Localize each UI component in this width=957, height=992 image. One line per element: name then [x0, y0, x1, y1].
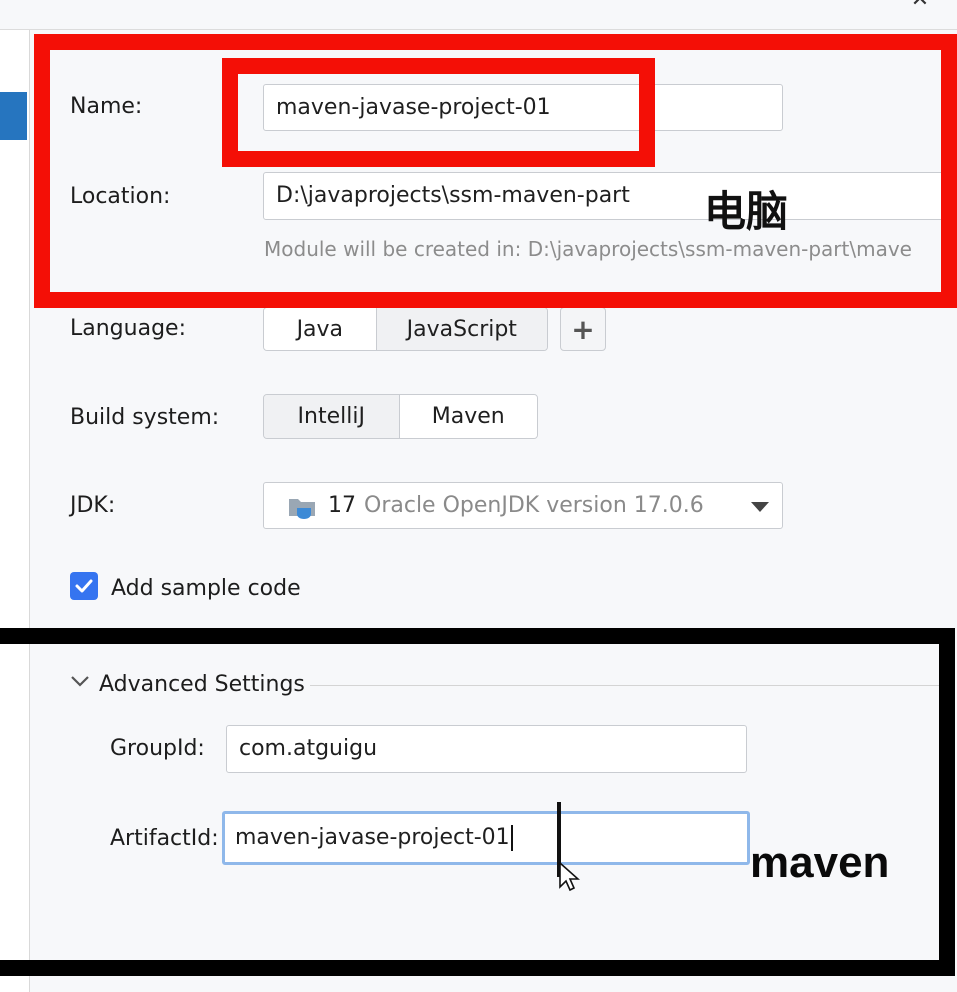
language-javascript-button[interactable]: JavaScript [376, 308, 547, 350]
build-intellij-button[interactable]: IntelliJ [264, 395, 400, 438]
add-language-button[interactable]: + [560, 307, 606, 351]
build-system-segmented-control: IntelliJ Maven [263, 394, 538, 439]
sample-code-checkbox[interactable] [70, 572, 98, 600]
jdk-dropdown[interactable]: 17 Oracle OpenJDK version 17.0.6 [263, 482, 783, 529]
sample-code-label[interactable]: Add sample code [111, 576, 301, 602]
close-icon[interactable]: ✕ [908, 0, 932, 12]
build-maven-button[interactable]: Maven [399, 395, 537, 438]
language-label: Language: [70, 316, 186, 341]
checkmark-icon [75, 579, 93, 593]
language-segmented-control: Java JavaScript [263, 307, 548, 351]
annotation-red-text: 电脑 [704, 187, 789, 236]
build-system-label: Build system: [70, 405, 220, 430]
language-java-button[interactable]: Java [264, 308, 377, 350]
chevron-down-icon [751, 502, 769, 512]
dialog-title-bar [0, 0, 957, 30]
jdk-folder-icon [288, 494, 318, 519]
jdk-version-text: Oracle OpenJDK version 17.0.6 [364, 493, 704, 518]
plus-icon: + [571, 312, 595, 346]
red-annotation-name-box [222, 58, 655, 167]
jdk-label: JDK: [70, 493, 116, 518]
black-annotation-box [0, 628, 955, 976]
jdk-version-number: 17 [328, 493, 356, 518]
annotation-black-text: maven [750, 838, 890, 887]
sidebar-selected-item[interactable] [0, 92, 27, 140]
